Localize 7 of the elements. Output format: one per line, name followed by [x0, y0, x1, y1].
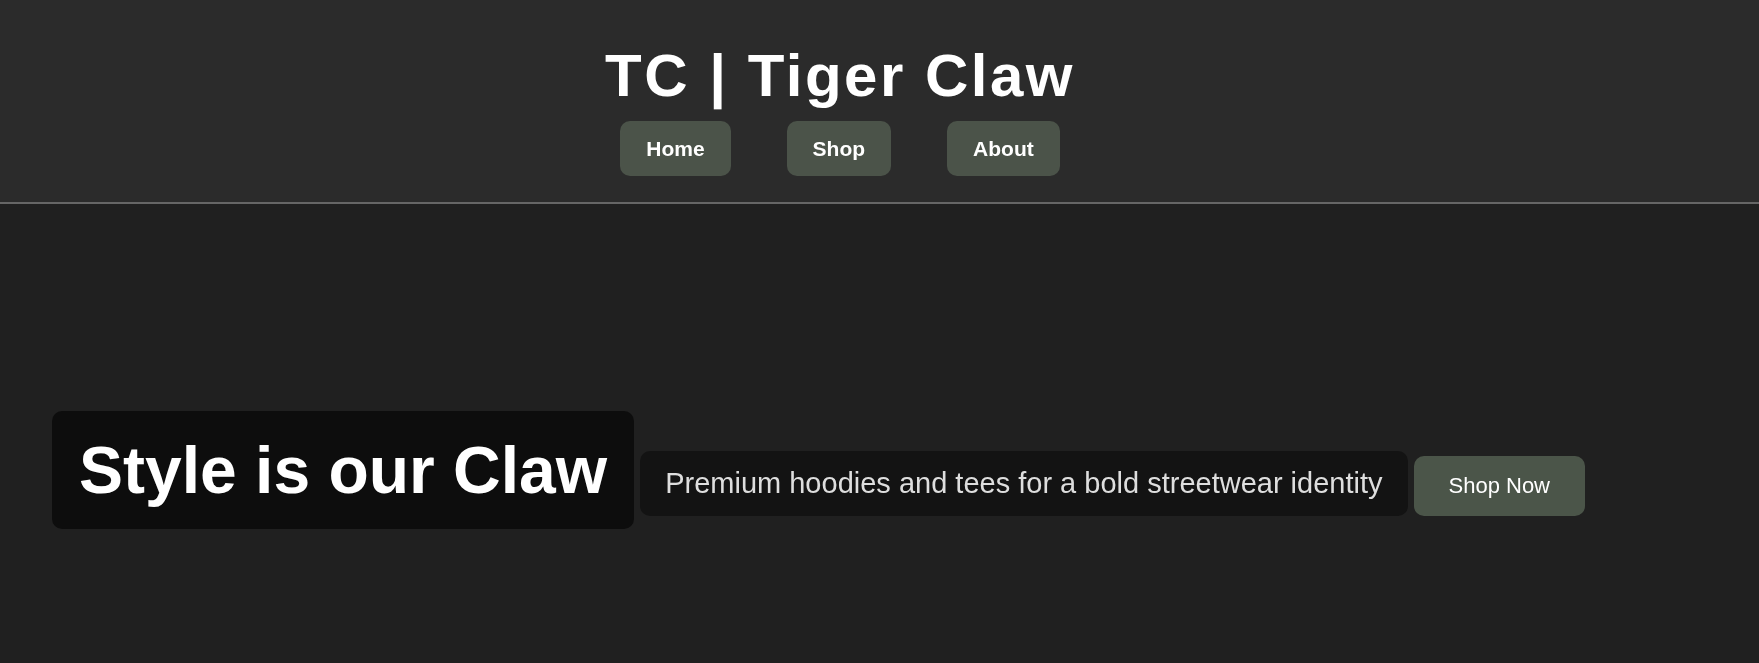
shop-now-button[interactable]: Shop Now — [1413, 456, 1585, 516]
nav-link[interactable]: Shop — [786, 121, 892, 176]
hero-tagline: Premium hoodies and tees for a bold streetwear identity — [640, 451, 1408, 516]
nav-link[interactable]: Home — [620, 121, 731, 176]
hero-heading: Style is our Claw — [52, 411, 635, 529]
site-title: TC | Tiger Claw — [605, 41, 1075, 112]
nav-link[interactable]: About — [947, 121, 1060, 176]
